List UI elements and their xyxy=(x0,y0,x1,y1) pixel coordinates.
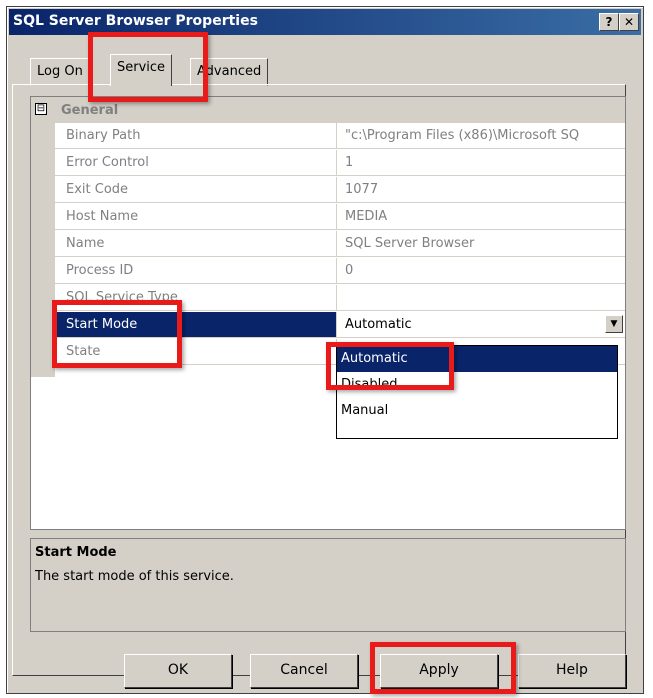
close-icon[interactable]: ✕ xyxy=(619,13,639,31)
collapse-icon[interactable]: ⊟ xyxy=(35,103,47,115)
help-icon[interactable]: ? xyxy=(599,13,619,31)
dropdown-arrow-icon[interactable]: ▼ xyxy=(605,315,623,333)
property-row-exit-code[interactable]: Exit Code 1077 xyxy=(55,177,625,204)
help-button[interactable]: Help xyxy=(518,654,626,688)
tab-log-on[interactable]: Log On xyxy=(30,58,90,86)
property-name: Name xyxy=(55,231,337,257)
window-title: SQL Server Browser Properties xyxy=(13,13,258,29)
highlight-service-tab xyxy=(88,32,208,102)
description-pane: Start Mode The start mode of this servic… xyxy=(30,538,626,632)
property-name: Process ID xyxy=(55,258,337,284)
property-name: Exit Code xyxy=(55,177,337,203)
property-value: SQL Server Browser xyxy=(337,231,625,257)
ok-button[interactable]: OK xyxy=(124,654,232,688)
property-row-process-id[interactable]: Process ID 0 xyxy=(55,258,625,285)
property-row-binary-path[interactable]: Binary Path "c:\Program Files (x86)\Micr… xyxy=(55,123,625,150)
description-text: The start mode of this service. xyxy=(35,569,234,584)
property-value xyxy=(337,285,625,311)
property-name: Host Name xyxy=(55,204,337,230)
option-manual[interactable]: Manual xyxy=(337,398,617,424)
property-row-error-control[interactable]: Error Control 1 xyxy=(55,150,625,177)
property-value: MEDIA xyxy=(337,204,625,230)
description-title: Start Mode xyxy=(35,545,117,560)
highlight-automatic-option xyxy=(326,342,454,390)
property-value: 1 xyxy=(337,150,625,176)
start-mode-select[interactable]: Automatic ▼ xyxy=(337,312,625,338)
property-value: "c:\Program Files (x86)\Microsoft SQ xyxy=(337,123,625,149)
property-name: Error Control xyxy=(55,150,337,176)
highlight-apply-button xyxy=(370,642,516,694)
property-value: 0 xyxy=(337,258,625,284)
category-label: General xyxy=(61,103,119,118)
start-mode-value: Automatic xyxy=(345,317,412,332)
property-row-name[interactable]: Name SQL Server Browser xyxy=(55,231,625,258)
cancel-button[interactable]: Cancel xyxy=(250,654,358,688)
highlight-start-mode xyxy=(52,300,182,368)
property-value: 1077 xyxy=(337,177,625,203)
property-name: Binary Path xyxy=(55,123,337,149)
property-row-host-name[interactable]: Host Name MEDIA xyxy=(55,204,625,231)
